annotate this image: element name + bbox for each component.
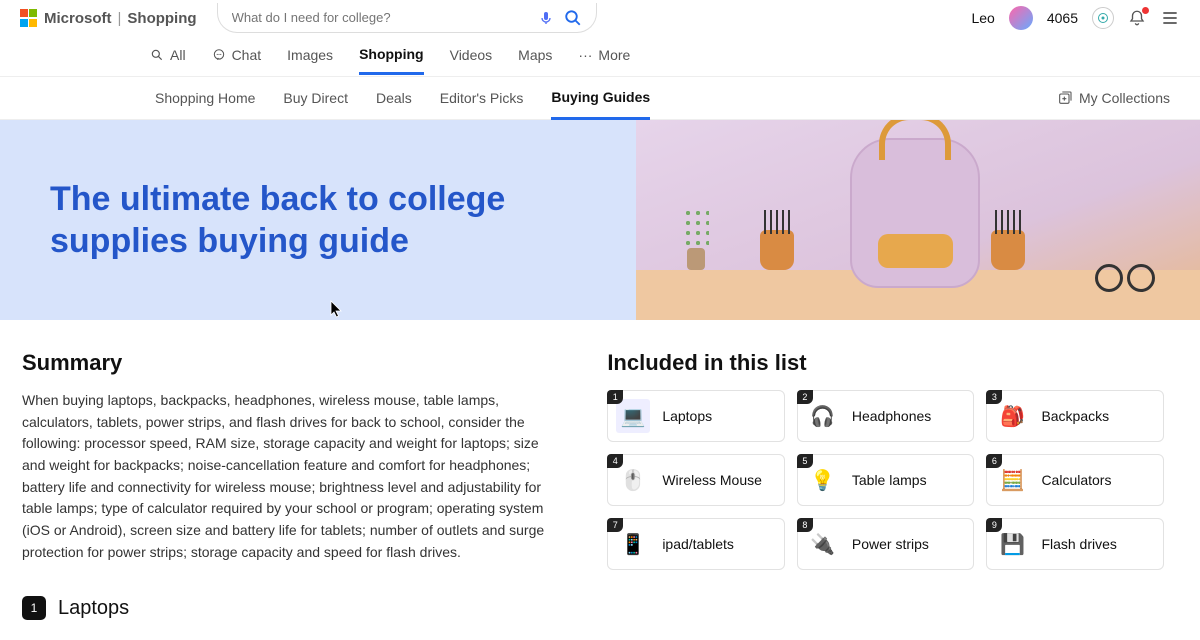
included-card-calculators[interactable]: 6🧮 Calculators (986, 454, 1164, 506)
microsoft-logo-icon (20, 9, 38, 27)
card-number-badge: 4 (607, 454, 623, 468)
search-icon[interactable] (564, 9, 582, 27)
scope-shopping[interactable]: Shopping (359, 46, 424, 75)
search-small-icon (150, 48, 164, 62)
included-card-flash-drives[interactable]: 9💾 Flash drives (986, 518, 1164, 570)
mic-icon[interactable] (538, 10, 554, 26)
bell-icon[interactable] (1128, 9, 1146, 27)
card-thumb-icon: 💻 (616, 399, 650, 433)
section-laptops-header: 1 Laptops (0, 580, 1200, 636)
rewards-icon[interactable] (1092, 7, 1114, 29)
hamburger-icon[interactable] (1160, 8, 1180, 28)
points-value[interactable]: 4065 (1047, 10, 1078, 26)
card-thumb-icon: 🔌 (806, 527, 840, 561)
card-number-badge: 1 (607, 390, 623, 404)
scope-bar: All Chat Images Shopping Videos Maps ···… (0, 36, 1200, 76)
summary-section: Summary When buying laptops, backpacks, … (22, 350, 547, 570)
scope-all[interactable]: All (150, 47, 186, 73)
included-card-laptops[interactable]: 1💻 Laptops (607, 390, 785, 442)
collections-icon (1057, 90, 1073, 106)
card-label: Calculators (1041, 472, 1111, 488)
included-heading: Included in this list (607, 350, 1164, 376)
summary-text: When buying laptops, backpacks, headphon… (22, 390, 547, 564)
included-section: Included in this list 1💻 Laptops 2🎧 Headpho… (607, 350, 1164, 570)
user-area: Leo 4065 (971, 6, 1180, 30)
card-number-badge: 6 (986, 454, 1002, 468)
subnav-deals[interactable]: Deals (376, 78, 412, 118)
summary-heading: Summary (22, 350, 547, 376)
subnav-editors-picks[interactable]: Editor's Picks (440, 78, 524, 118)
section-number-badge: 1 (22, 596, 46, 620)
card-thumb-icon: 🎧 (806, 399, 840, 433)
card-label: Wireless Mouse (662, 472, 762, 488)
brand-separator: | (118, 10, 122, 27)
included-card-table-lamps[interactable]: 5💡 Table lamps (797, 454, 975, 506)
included-card-ipad-tablets[interactable]: 7📱 ipad/tablets (607, 518, 785, 570)
included-card-power-strips[interactable]: 8🔌 Power strips (797, 518, 975, 570)
brand[interactable]: Microsoft | Shopping (20, 9, 197, 27)
card-thumb-icon: 🎒 (995, 399, 1029, 433)
avatar[interactable] (1009, 6, 1033, 30)
shopping-subnav: Shopping Home Buy Direct Deals Editor's … (0, 76, 1200, 120)
card-label: Backpacks (1041, 408, 1109, 424)
scope-images[interactable]: Images (287, 47, 333, 73)
card-number-badge: 9 (986, 518, 1002, 532)
card-label: Headphones (852, 408, 931, 424)
card-number-badge: 5 (797, 454, 813, 468)
scope-videos[interactable]: Videos (450, 47, 493, 73)
card-number-badge: 7 (607, 518, 623, 532)
card-label: Power strips (852, 536, 929, 552)
brand-shopping: Shopping (127, 10, 196, 27)
hero-text-area: The ultimate back to college supplies bu… (0, 120, 636, 320)
my-collections-link[interactable]: My Collections (1057, 90, 1170, 106)
card-thumb-icon: 🧮 (995, 463, 1029, 497)
card-label: Flash drives (1041, 536, 1116, 552)
search-input[interactable] (232, 10, 528, 25)
hero-banner: The ultimate back to college supplies bu… (0, 120, 1200, 320)
scope-maps[interactable]: Maps (518, 47, 552, 73)
card-number-badge: 3 (986, 390, 1002, 404)
chat-icon (212, 48, 226, 62)
scope-more[interactable]: ··· More (578, 47, 630, 73)
card-label: Laptops (662, 408, 712, 424)
ellipsis-icon: ··· (578, 47, 592, 63)
user-name[interactable]: Leo (971, 10, 994, 26)
section-title: Laptops (58, 597, 129, 620)
included-grid: 1💻 Laptops 2🎧 Headphones 3🎒 Backpacks 4🖱️ Wirel… (607, 390, 1164, 570)
subnav-buy-direct[interactable]: Buy Direct (283, 78, 348, 118)
subnav-home[interactable]: Shopping Home (155, 78, 255, 118)
scope-chat[interactable]: Chat (212, 47, 262, 73)
card-thumb-icon: 🖱️ (616, 463, 650, 497)
card-number-badge: 8 (797, 518, 813, 532)
card-thumb-icon: 💾 (995, 527, 1029, 561)
hero-image (636, 120, 1200, 320)
content-row: Summary When buying laptops, backpacks, … (0, 320, 1200, 580)
card-thumb-icon: 📱 (616, 527, 650, 561)
card-label: Table lamps (852, 472, 927, 488)
brand-microsoft: Microsoft (44, 10, 112, 27)
subnav-buying-guides[interactable]: Buying Guides (551, 77, 650, 120)
included-card-headphones[interactable]: 2🎧 Headphones (797, 390, 975, 442)
card-thumb-icon: 💡 (806, 463, 840, 497)
card-label: ipad/tablets (662, 536, 734, 552)
hero-title: The ultimate back to college supplies bu… (50, 178, 586, 263)
included-card-backpacks[interactable]: 3🎒 Backpacks (986, 390, 1164, 442)
top-bar: Microsoft | Shopping Leo 4065 (0, 0, 1200, 36)
card-number-badge: 2 (797, 390, 813, 404)
included-card-wireless-mouse[interactable]: 4🖱️ Wireless Mouse (607, 454, 785, 506)
search-box[interactable] (217, 3, 597, 33)
